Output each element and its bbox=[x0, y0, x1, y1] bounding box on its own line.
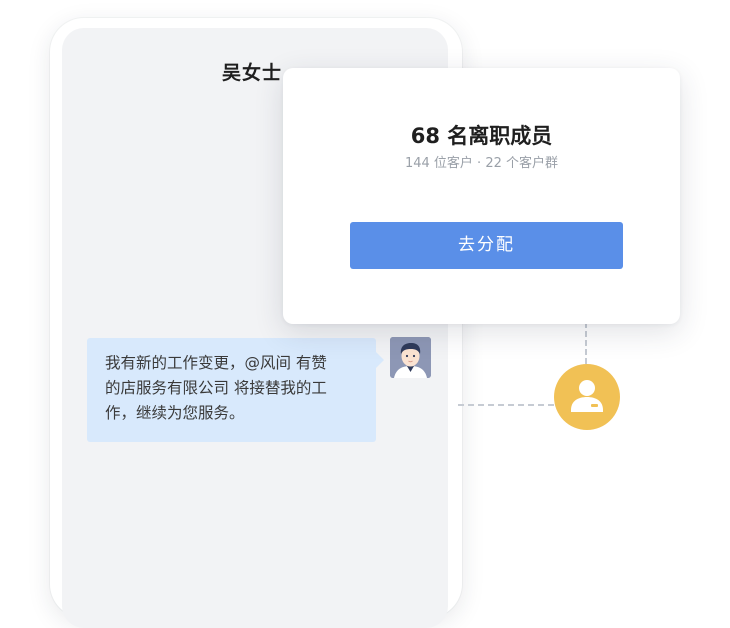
staff-node bbox=[554, 364, 620, 430]
message-line: 的店服务有限公司 将接替我的工 bbox=[105, 379, 327, 397]
staff-user-icon bbox=[571, 380, 603, 412]
card-subtitle: 144 位客户 · 22 个客户群 bbox=[404, 156, 559, 171]
card-title: 68 名离职成员 bbox=[410, 124, 553, 148]
chat-message-bubble: 我有新的工作变更，@风间 有赞 的店服务有限公司 将接替我的工 作，继续为您服务… bbox=[87, 338, 384, 442]
departed-members-card: 68 名离职成员 144 位客户 · 22 个客户群 去分配 bbox=[283, 68, 680, 324]
male-user-avatar-icon bbox=[390, 337, 431, 378]
assign-button[interactable]: 去分配 bbox=[350, 222, 623, 269]
connector-line bbox=[458, 404, 554, 406]
connector-line bbox=[585, 322, 587, 364]
sender-avatar bbox=[390, 337, 431, 378]
message-line: 我有新的工作变更，@风间 有赞 bbox=[105, 354, 327, 372]
chat-contact-name: 吴女士 bbox=[222, 62, 283, 84]
message-line: 作，继续为您服务。 bbox=[105, 404, 245, 422]
